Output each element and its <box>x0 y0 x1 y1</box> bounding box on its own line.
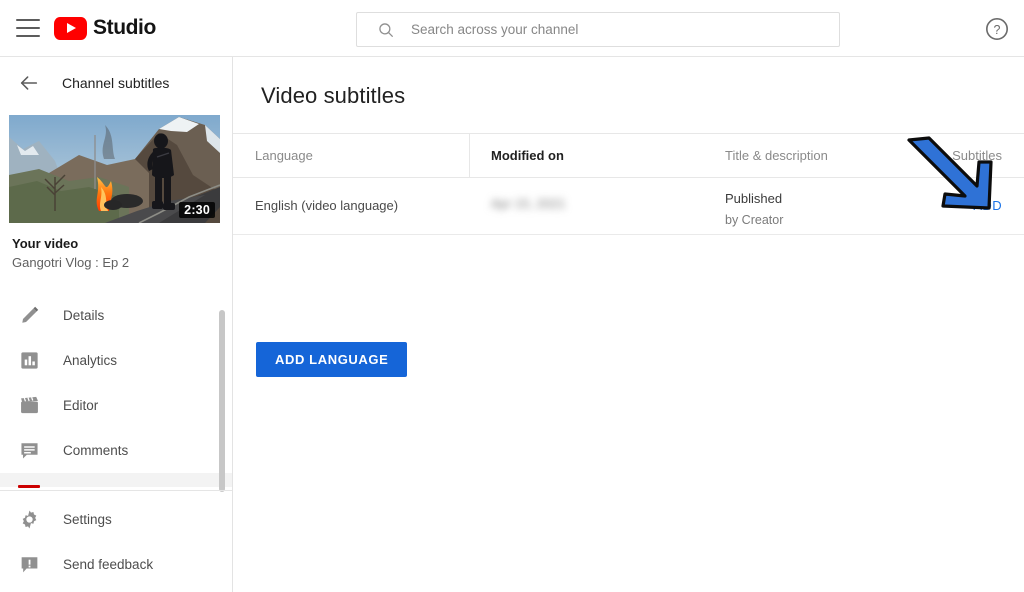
sidebar-item-analytics[interactable]: Analytics <box>0 338 232 383</box>
add-language-button[interactable]: ADD LANGUAGE <box>256 342 408 377</box>
main-content: Video subtitles Language Modified on Tit… <box>233 57 1024 592</box>
top-navigation-bar: Studio ? <box>0 0 1024 57</box>
sidebar-item-comments[interactable]: Comments <box>0 428 232 473</box>
sidebar-back-header[interactable]: Channel subtitles <box>0 57 232 109</box>
your-video-label: Your video <box>12 236 79 251</box>
clapperboard-icon <box>21 396 38 414</box>
help-circle-icon[interactable]: ? <box>984 16 1010 42</box>
column-header-language[interactable]: Language <box>255 148 313 163</box>
search-icon <box>379 22 393 37</box>
status-primary: Published <box>725 191 783 206</box>
youtube-logo-icon <box>54 16 87 40</box>
column-separator <box>469 134 470 177</box>
sidebar-item-label: Editor <box>63 398 99 413</box>
sidebar-item-label: Send feedback <box>63 557 154 572</box>
sidebar-item-settings[interactable]: Settings <box>0 497 232 542</box>
column-header-subtitles[interactable]: Subtitles <box>952 148 1002 163</box>
subtitles-table: Language Modified on Title & description… <box>233 133 1024 235</box>
add-subtitles-link[interactable]: ADD <box>973 198 1002 213</box>
table-header-row: Language Modified on Title & description… <box>233 133 1024 178</box>
back-arrow-icon[interactable] <box>18 72 40 94</box>
sidebar-divider <box>0 490 232 491</box>
video-meta: Your video Gangotri Vlog : Ep 2 <box>0 223 232 273</box>
feedback-icon <box>21 557 38 573</box>
cell-language: English (video language) <box>255 198 399 213</box>
sidebar: Channel subtitles 2:30 Your video Gangot… <box>0 57 233 592</box>
cell-title-description: Published by Creator <box>725 189 783 230</box>
column-header-title-description[interactable]: Title & description <box>725 148 828 163</box>
sidebar-item-editor[interactable]: Editor <box>0 383 232 428</box>
sidebar-item-label: Settings <box>63 512 112 527</box>
sidebar-item-subtitles[interactable] <box>0 473 232 488</box>
status-secondary: by Creator <box>725 213 784 227</box>
column-header-modified-on[interactable]: Modified on <box>491 148 564 163</box>
search-input[interactable] <box>411 22 829 37</box>
studio-logo[interactable]: Studio <box>54 16 156 40</box>
gear-icon <box>22 510 37 529</box>
sidebar-item-label: Analytics <box>63 353 118 368</box>
page-title: Video subtitles <box>261 83 406 108</box>
sidebar-scrollbar-thumb[interactable] <box>219 310 225 492</box>
youtube-studio-window: Studio ? Channel subtitles <box>0 0 1024 592</box>
video-duration-badge: 2:30 <box>179 202 215 218</box>
sidebar-item-send-feedback[interactable]: Send feedback <box>0 542 232 587</box>
sidebar-bottom-menu: Settings Send feedback <box>0 497 232 587</box>
hamburger-menu-icon[interactable] <box>16 19 40 37</box>
pencil-icon <box>22 306 39 323</box>
bar-chart-icon <box>21 352 38 369</box>
table-row: English (video language) Apr 15, 2021 Pu… <box>233 178 1024 235</box>
sidebar-item-label: Details <box>63 308 105 323</box>
cell-modified-on: Apr 15, 2021 <box>491 196 566 211</box>
sidebar-title: Channel subtitles <box>62 75 170 91</box>
comment-icon <box>21 443 38 459</box>
search-box[interactable] <box>356 12 840 47</box>
sidebar-item-label: Comments <box>63 443 129 458</box>
brand-text: Studio <box>93 16 156 39</box>
sidebar-menu: Details Analytics Editor Comments <box>0 293 232 488</box>
video-title: Gangotri Vlog : Ep 2 <box>12 255 130 270</box>
video-thumbnail[interactable]: 2:30 <box>9 115 220 223</box>
svg-text:?: ? <box>994 23 1001 37</box>
sidebar-item-details[interactable]: Details <box>0 293 232 338</box>
